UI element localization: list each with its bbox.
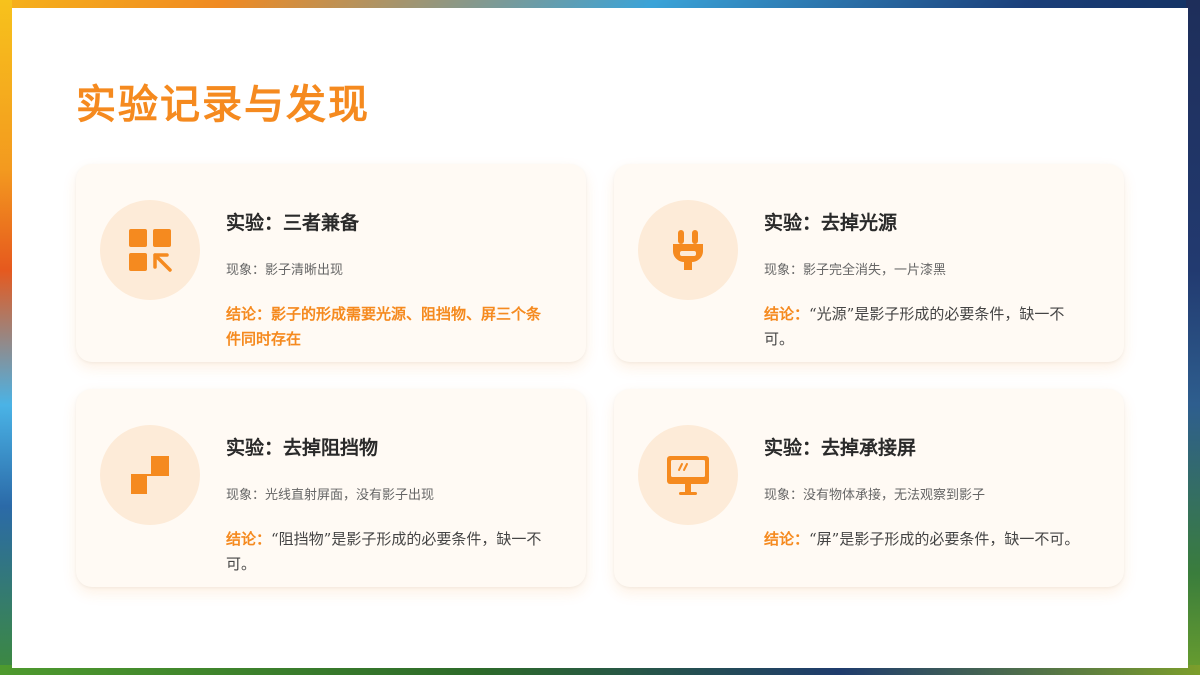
experiment-card-all-three: 实验：三者兼备 现象：影子清晰出现 结论：影子的形成需要光源、阻挡物、屏三个条件… [76, 164, 586, 362]
experiment-card-remove-obstacle: 实验：去掉阻挡物 现象：光线直射屏面，没有影子出现 结论：“阻挡物”是影子形成的… [76, 389, 586, 587]
plug-icon [673, 230, 703, 270]
decorative-right-border [1186, 0, 1200, 675]
page-title: 实验记录与发现 [76, 81, 370, 128]
icon-badge [100, 425, 200, 525]
conclusion-label: 结论： [764, 305, 810, 323]
card-title: 实验：去掉承接屏 [764, 437, 917, 459]
phenomenon-text: 现象：没有物体承接，无法观察到影子 [764, 488, 986, 503]
phenomenon-text: 现象：影子清晰出现 [226, 263, 344, 278]
slide-panel: 实验记录与发现 实验：三者兼备 现象：影子清晰出现 结论：影子的形成需要光源、阻… [12, 8, 1188, 668]
card-title: 实验：去掉阻挡物 [226, 437, 379, 459]
experiment-card-remove-screen: 实验：去掉承接屏 现象：没有物体承接，无法观察到影子 结论：“屏”是影子形成的必… [614, 389, 1124, 587]
conclusion-label: 结论： [226, 305, 272, 323]
conclusion-text: 结论：影子的形成需要光源、阻挡物、屏三个条件同时存在 [226, 302, 556, 352]
decorative-left-border [0, 0, 12, 675]
conclusion-text: 结论：“屏”是影子形成的必要条件，缺一不可。 [764, 527, 1094, 552]
conclusion-label: 结论： [764, 530, 810, 548]
conclusion-body: “阻挡物”是影子形成的必要条件，缺一不可。 [226, 530, 542, 573]
phenomenon-text: 现象：影子完全消失，一片漆黑 [764, 263, 947, 278]
phenomenon-text: 现象：光线直射屏面，没有影子出现 [226, 488, 435, 503]
conclusion-body: “光源”是影子形成的必要条件，缺一不可。 [764, 305, 1065, 348]
icon-badge [638, 425, 738, 525]
conclusion-body: “屏”是影子形成的必要条件，缺一不可。 [809, 530, 1080, 548]
conclusion-text: 结论：“光源”是影子形成的必要条件，缺一不可。 [764, 302, 1094, 352]
conclusion-label: 结论： [226, 530, 272, 548]
icon-badge [638, 200, 738, 300]
grid-arrow-icon [129, 229, 172, 272]
conclusion-text: 结论：“阻挡物”是影子形成的必要条件，缺一不可。 [226, 527, 556, 577]
card-title: 实验：三者兼备 [226, 212, 360, 234]
icon-badge [100, 200, 200, 300]
monitor-icon [667, 456, 709, 495]
experiment-card-remove-light: 实验：去掉光源 现象：影子完全消失，一片漆黑 结论：“光源”是影子形成的必要条件… [614, 164, 1124, 362]
conclusion-body: 影子的形成需要光源、阻挡物、屏三个条件同时存在 [226, 305, 542, 348]
block-steps-icon [131, 456, 169, 494]
card-title: 实验：去掉光源 [764, 212, 898, 234]
